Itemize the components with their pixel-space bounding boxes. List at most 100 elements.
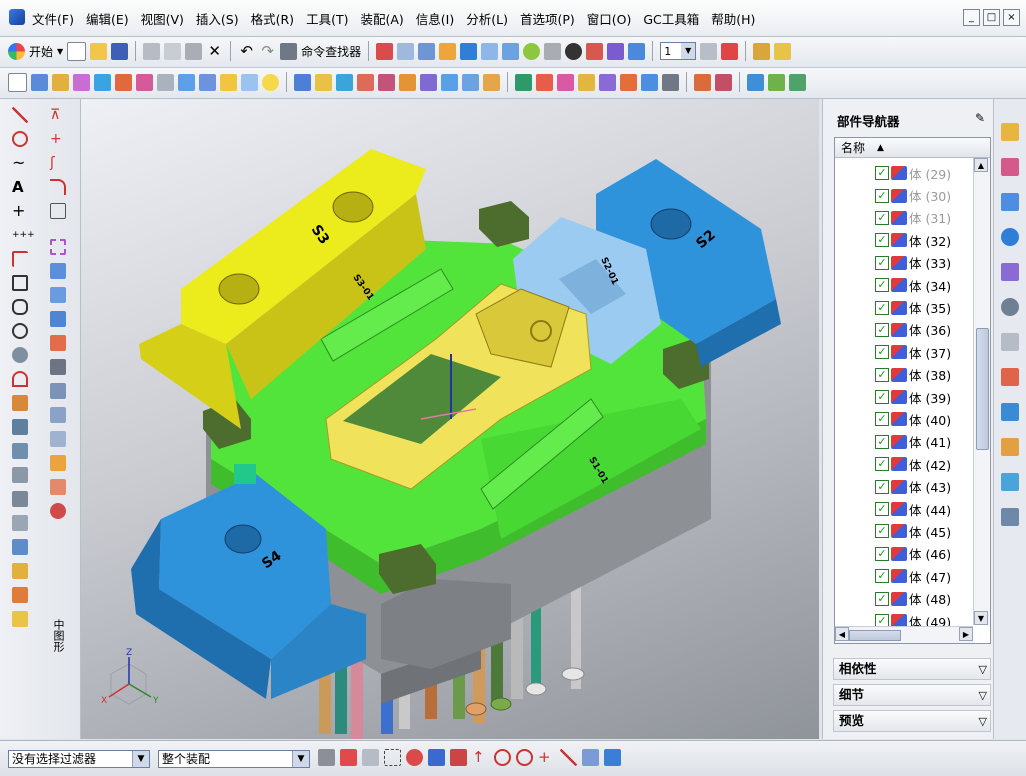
snap-point-on-curve-icon[interactable]: +: [538, 749, 555, 766]
hole-icon[interactable]: [73, 73, 90, 91]
open-folder-icon[interactable]: [90, 42, 108, 60]
thicken-icon[interactable]: [50, 479, 66, 495]
tree-row[interactable]: ✓ 体 (31): [835, 207, 973, 229]
zoom-icon[interactable]: [397, 42, 415, 60]
mesh-surface-icon[interactable]: [715, 73, 732, 91]
app-logo-icon[interactable]: [9, 9, 25, 25]
menu-view[interactable]: 视图(V): [141, 9, 184, 28]
block-icon[interactable]: [199, 73, 216, 91]
chevron-down-icon[interactable]: ▼: [292, 751, 309, 767]
scroll-right-icon[interactable]: ▶: [959, 627, 973, 641]
boss-icon[interactable]: [94, 73, 111, 91]
snap-quadrant-icon[interactable]: [516, 749, 533, 766]
visibility-checkbox[interactable]: ✓: [875, 457, 889, 472]
menu-window[interactable]: 窗口(O): [587, 9, 632, 28]
cylinder-icon[interactable]: [220, 73, 237, 91]
move-component-icon[interactable]: [578, 73, 595, 91]
menu-edit[interactable]: 编辑(E): [86, 9, 129, 28]
bridge-curve-icon[interactable]: [12, 395, 28, 411]
part-navigator-tree[interactable]: 名称 ▲ ✓ 体 (29) ✓ 体 (30) ✓ 体 (31) ✓ 体 (32) ✓ 体 (33)…: [834, 137, 991, 644]
tree-row[interactable]: ✓ 体 (34): [835, 274, 973, 296]
text-icon[interactable]: A: [12, 179, 28, 195]
midsurface-icon[interactable]: [50, 503, 66, 519]
visibility-checkbox[interactable]: ✓: [875, 502, 889, 517]
visualization-icon[interactable]: [1001, 508, 1019, 526]
paste-icon[interactable]: [185, 42, 203, 60]
n-sided-surface-icon[interactable]: [50, 359, 66, 375]
redo-icon[interactable]: ↷: [259, 42, 276, 60]
sketch-corner-icon[interactable]: [50, 179, 66, 195]
swept-surface-icon[interactable]: [50, 335, 66, 351]
snap-point-icon[interactable]: [721, 42, 739, 60]
visibility-checkbox[interactable]: ✓: [875, 367, 889, 382]
section-view-icon[interactable]: [586, 42, 604, 60]
layer-settings-icon[interactable]: [700, 42, 718, 60]
tree-row[interactable]: ✓ 体 (38): [835, 364, 973, 386]
pan-icon[interactable]: [418, 42, 436, 60]
gc-toolkit-icon[interactable]: [747, 73, 764, 91]
menu-file[interactable]: 文件(F): [32, 9, 74, 28]
intersect-curve-icon[interactable]: [12, 467, 28, 483]
edge-display-icon[interactable]: [565, 42, 583, 60]
tree-row[interactable]: ✓ 体 (37): [835, 341, 973, 363]
trimmed-sheet-icon[interactable]: [50, 407, 66, 423]
dimension-icon[interactable]: ⊼: [50, 107, 66, 123]
visibility-checkbox[interactable]: ✓: [875, 278, 889, 293]
tree-row[interactable]: ✓ 体 (35): [835, 296, 973, 318]
start-button[interactable]: 开始 ▼: [8, 42, 63, 60]
scroll-down-icon[interactable]: ▼: [974, 611, 988, 625]
offset-curve-icon[interactable]: [12, 371, 28, 387]
tree-row[interactable]: ✓ 体 (42): [835, 453, 973, 475]
analysis-icon[interactable]: [774, 42, 792, 60]
visibility-checkbox[interactable]: ✓: [875, 434, 889, 449]
snap-face-icon[interactable]: [582, 749, 599, 766]
menu-preferences[interactable]: 首选项(P): [520, 9, 575, 28]
project-curve-icon[interactable]: [12, 443, 28, 459]
roles-icon[interactable]: [1001, 438, 1019, 456]
history-icon[interactable]: [1001, 263, 1019, 281]
visibility-checkbox[interactable]: ✓: [875, 255, 889, 270]
visibility-checkbox[interactable]: ✓: [875, 524, 889, 539]
orient-view-icon[interactable]: [607, 42, 625, 60]
palette-icon[interactable]: [1001, 368, 1019, 386]
snap-bounded-grid-icon[interactable]: [604, 749, 621, 766]
tree-row[interactable]: ✓ 体 (43): [835, 475, 973, 497]
menu-insert[interactable]: 插入(S): [196, 9, 239, 28]
circle-icon[interactable]: [12, 323, 28, 339]
static-wireframe-icon[interactable]: [502, 42, 520, 60]
work-layer-select[interactable]: 1: [660, 42, 697, 60]
point-icon[interactable]: +: [12, 203, 28, 219]
pin-icon[interactable]: ✎: [975, 111, 985, 125]
spline-icon[interactable]: ~: [12, 155, 28, 171]
command-finder-button[interactable]: 命令查找器: [280, 42, 361, 60]
extrude-icon[interactable]: [31, 73, 48, 91]
snap-intersection-icon[interactable]: ↑: [472, 749, 489, 766]
point-set-icon[interactable]: +++: [12, 227, 35, 243]
new-sketch-icon[interactable]: [8, 72, 27, 92]
extract-curve-icon[interactable]: [12, 515, 28, 531]
chamfer-icon[interactable]: [378, 73, 395, 91]
subtract-icon[interactable]: [315, 73, 332, 91]
tree-row[interactable]: ✓ 体 (46): [835, 543, 973, 565]
clearance-icon[interactable]: [662, 73, 679, 91]
measure-distance-icon[interactable]: [753, 42, 771, 60]
tree-row[interactable]: ✓ 体 (36): [835, 319, 973, 341]
tree-row[interactable]: ✓ 体 (29): [835, 162, 973, 184]
tree-row[interactable]: ✓ 体 (44): [835, 498, 973, 520]
section-curve-icon[interactable]: [12, 491, 28, 507]
visibility-checkbox[interactable]: ✓: [875, 322, 889, 337]
gc-check-icon[interactable]: [789, 73, 806, 91]
reposition-icon[interactable]: [599, 73, 616, 91]
tree-row[interactable]: ✓ 体 (32): [835, 229, 973, 251]
intersect-icon[interactable]: [336, 73, 353, 91]
offset-surface-icon[interactable]: [50, 383, 66, 399]
pad-icon[interactable]: [136, 73, 153, 91]
rotate-icon[interactable]: [439, 42, 457, 60]
cone-icon[interactable]: [241, 73, 258, 91]
mate-component-icon[interactable]: [557, 73, 574, 91]
new-file-icon[interactable]: [67, 41, 87, 61]
assembly-navigator-icon[interactable]: [1001, 123, 1019, 141]
undo-icon[interactable]: ↶: [238, 42, 255, 60]
tree-column-header[interactable]: 名称 ▲: [835, 138, 990, 158]
snap-center-icon[interactable]: [494, 749, 511, 766]
